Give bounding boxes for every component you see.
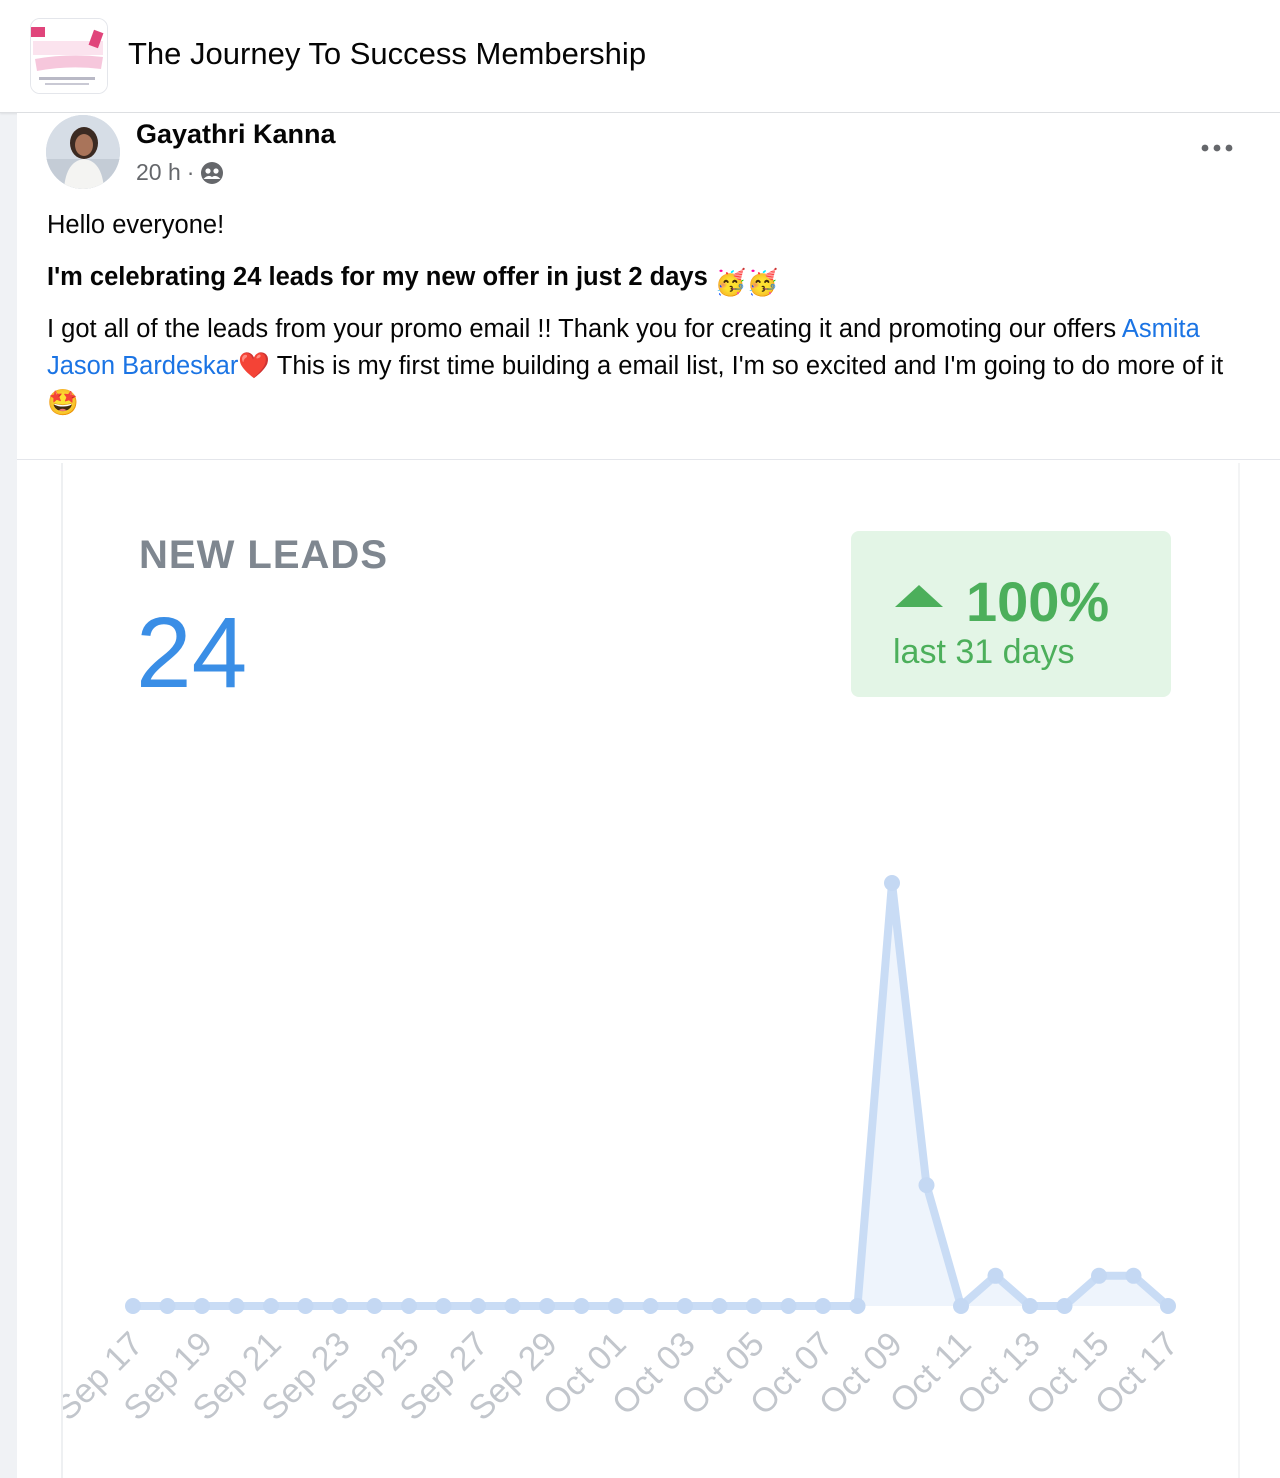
body-text-end: This is my first time building a email l… — [270, 352, 1224, 380]
heart-emoji: ❤️ — [238, 352, 271, 380]
group-header: The Journey To Success Membership — [0, 0, 1280, 113]
chart-point — [608, 1298, 624, 1314]
chart-point — [297, 1298, 314, 1314]
chart-point — [1056, 1298, 1073, 1314]
chart-point — [194, 1298, 210, 1314]
chart-point — [470, 1298, 486, 1314]
meta-separator: · — [186, 159, 195, 185]
chart-point — [642, 1298, 659, 1314]
chart-point — [435, 1298, 452, 1314]
chart-point — [1091, 1267, 1107, 1284]
chart-point — [884, 875, 900, 891]
avatar-art — [46, 115, 120, 189]
chart-point — [125, 1298, 141, 1314]
chart-point — [366, 1298, 383, 1314]
group-logo-art — [31, 19, 107, 93]
celebration-text: I'm celebrating 24 leads for my new offe… — [47, 263, 708, 291]
group-logo-icon[interactable] — [30, 18, 108, 94]
more-options-button[interactable] — [1197, 133, 1237, 163]
post-line-body: I got all of the leads from your promo e… — [47, 311, 1247, 422]
chart-point — [573, 1298, 590, 1314]
post-meta: 20 h · — [136, 159, 224, 186]
chart-point — [711, 1298, 728, 1314]
chart-area — [133, 883, 1168, 1306]
post-line-celebration: I'm celebrating 24 leads for my new offe… — [47, 259, 1247, 302]
post-image-dashboard[interactable]: NEW LEADS 24 100% last 31 days Sep 17 Sep… — [61, 463, 1240, 1478]
post-line-greeting: Hello everyone! — [47, 211, 225, 239]
chart-point — [1160, 1298, 1176, 1314]
post-card: Gayathri Kanna 20 h · Hello everyone! I'… — [17, 113, 1280, 1478]
avatar[interactable] — [46, 115, 120, 189]
chart-point — [1125, 1267, 1142, 1284]
more-horizontal-icon — [1201, 144, 1233, 152]
post-author[interactable]: Gayathri Kanna — [136, 119, 336, 150]
chart-point — [987, 1267, 1004, 1284]
party-face-emoji: 🥳🥳 — [714, 269, 779, 297]
chart-point — [539, 1298, 555, 1314]
chart-point — [815, 1298, 831, 1314]
chart-point — [504, 1298, 521, 1314]
leads-line-chart: Sep 17Sep 19Sep 21Sep 23Sep 25Sep 27Sep … — [63, 875, 1186, 1428]
chart-point — [1022, 1298, 1038, 1314]
chart-point — [780, 1298, 797, 1314]
chart-point — [263, 1298, 279, 1314]
members-icon — [201, 161, 224, 184]
chart-point — [849, 1298, 866, 1314]
post-divider — [17, 459, 1280, 460]
body-text-start: I got all of the leads from your promo e… — [47, 315, 1122, 343]
chart-series-line — [133, 879, 1171, 1310]
chart-point — [332, 1298, 348, 1314]
chart-point — [401, 1298, 417, 1314]
chart-point — [918, 1177, 935, 1194]
chart-point — [953, 1298, 969, 1314]
chart-point — [746, 1298, 762, 1314]
post-time[interactable]: 20 h — [136, 159, 181, 186]
chart-point — [677, 1298, 693, 1314]
star-eyes-emoji: 🤩 — [47, 389, 79, 417]
chart-point — [228, 1298, 245, 1314]
chart-point — [159, 1298, 176, 1314]
group-title[interactable]: The Journey To Success Membership — [128, 36, 646, 72]
